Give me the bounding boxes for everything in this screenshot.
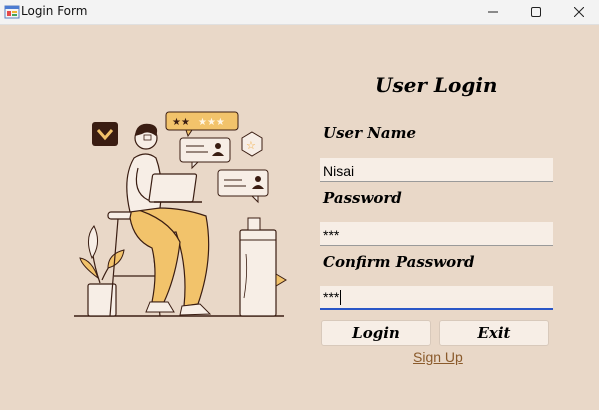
svg-text:☆: ☆ — [246, 139, 256, 152]
minimize-icon — [488, 11, 498, 13]
username-label: User Name — [323, 124, 417, 142]
title-bar[interactable]: Login Form — [0, 0, 599, 25]
username-input[interactable] — [320, 158, 553, 182]
text-caret — [340, 290, 342, 305]
close-button[interactable] — [557, 0, 599, 24]
laptop-icon — [148, 173, 202, 203]
rating-bubble-icon: ★★ ★★★ — [165, 111, 239, 138]
maximize-button[interactable] — [514, 0, 558, 24]
confirm-password-value: *** — [323, 289, 340, 305]
maximize-icon — [531, 7, 541, 17]
password-label: Password — [323, 189, 402, 207]
signup-link[interactable]: Sign Up — [413, 349, 463, 365]
close-icon — [574, 7, 584, 17]
minimize-button[interactable] — [471, 0, 515, 24]
login-window: Login Form ★★ ★★★ ☆ User Login User Name… — [0, 0, 599, 410]
login-button[interactable]: Login — [321, 320, 431, 346]
password-input[interactable] — [320, 222, 553, 246]
user-chat-bubble-icon — [179, 137, 231, 170]
login-illustration: ★★ ★★★ ☆ — [74, 111, 287, 317]
exit-button[interactable]: Exit — [439, 320, 549, 346]
app-form-icon — [4, 4, 20, 20]
star-hexagon-icon: ☆ — [241, 131, 263, 157]
download-badge-icon — [92, 122, 118, 146]
confirm-password-label: Confirm Password — [323, 253, 475, 271]
svg-text:★★★: ★★★ — [198, 117, 225, 128]
svg-text:★★: ★★ — [172, 117, 190, 128]
user-chat-bubble-icon — [217, 169, 269, 204]
plant-icon — [79, 225, 125, 317]
window-title: Login Form — [21, 4, 88, 18]
side-table-icon — [239, 217, 287, 317]
form-heading: User Login — [375, 73, 498, 97]
confirm-password-input[interactable]: *** — [320, 286, 553, 310]
